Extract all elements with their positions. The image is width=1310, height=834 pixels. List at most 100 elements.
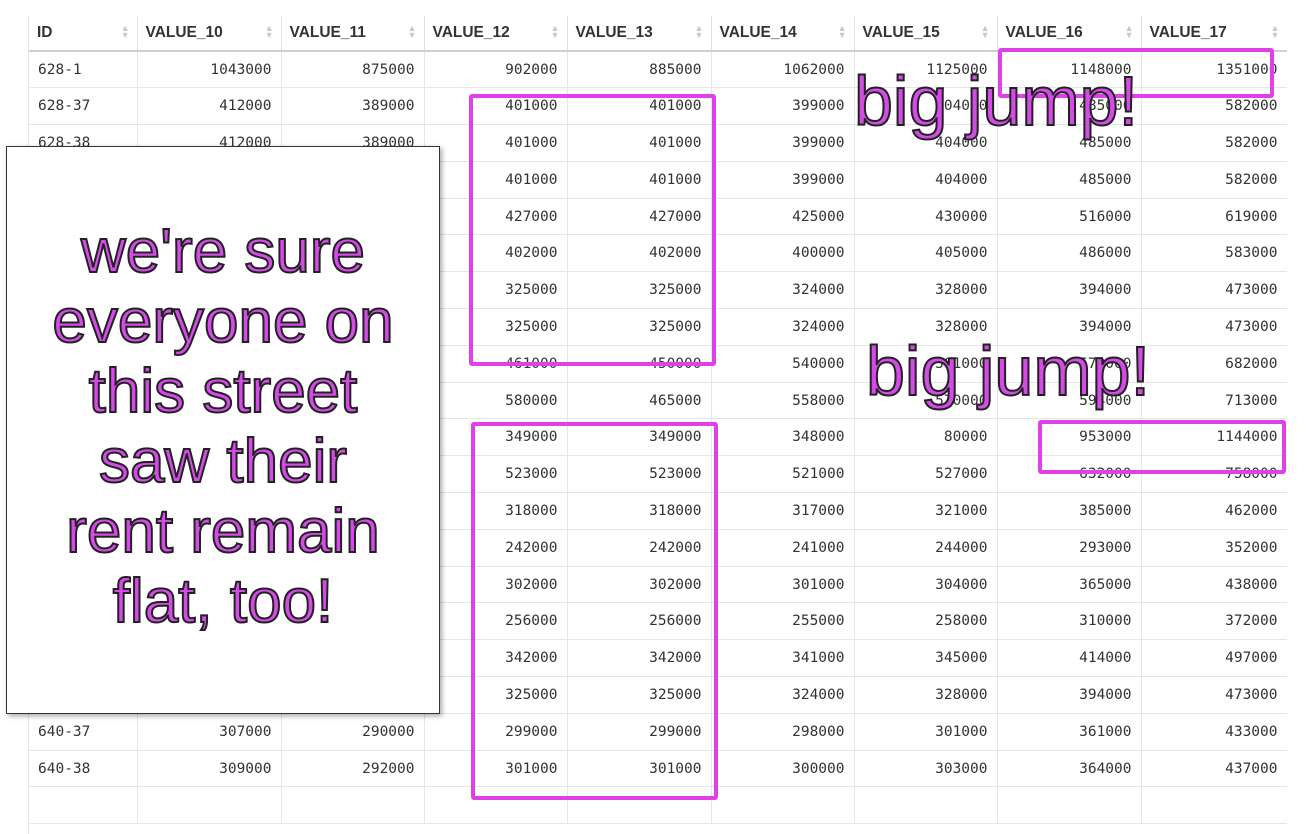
column-header-label: ID (37, 24, 53, 41)
sort-icon[interactable]: ▲ ▼ (408, 24, 417, 40)
sort-icon[interactable]: ▲ ▼ (121, 24, 130, 40)
column-header-label: VALUE_16 (1005, 24, 1083, 41)
column-header-label: VALUE_14 (719, 24, 797, 41)
value-cell (281, 786, 425, 825)
highlight-box-middle-right (1038, 420, 1286, 474)
value-cell: 304000 (854, 566, 998, 604)
value-cell: 290000 (281, 713, 425, 751)
column-header-value-14[interactable]: VALUE_14 ▲ ▼ (711, 16, 855, 52)
value-cell: 430000 (854, 198, 998, 236)
value-cell: 321000 (854, 492, 998, 530)
value-cell: 385000 (997, 492, 1142, 530)
callout-text: we're sure everyone on this street saw t… (51, 216, 394, 637)
highlight-box-lower-left (471, 422, 718, 800)
sort-icon[interactable]: ▲ ▼ (838, 24, 847, 40)
value-cell: 405000 (854, 234, 998, 273)
value-cell: 713000 (1141, 382, 1287, 420)
big-jump-label-middle: big jump! (865, 332, 1151, 410)
value-cell: 328000 (854, 676, 998, 714)
column-header-label: VALUE_13 (575, 24, 653, 41)
value-cell: 521000 (711, 455, 855, 494)
value-cell: 372000 (1141, 602, 1287, 641)
sort-icon[interactable]: ▲ ▼ (695, 24, 704, 40)
value-cell: 437000 (1141, 750, 1287, 788)
callout-line: flat, too! (112, 566, 335, 637)
id-cell: 628-1 (29, 51, 138, 89)
value-cell: 580000 (424, 382, 568, 420)
callout-line: we're sure (80, 216, 366, 287)
id-cell (29, 786, 138, 825)
sort-icon[interactable]: ▲ ▼ (1271, 24, 1280, 40)
value-cell: 682000 (1141, 345, 1287, 383)
value-cell: 497000 (1141, 639, 1287, 678)
value-cell: 399000 (711, 124, 855, 162)
value-cell: 902000 (424, 51, 568, 89)
value-cell: 324000 (711, 676, 855, 714)
callout-line: saw their (98, 426, 348, 497)
value-cell: 255000 (711, 602, 855, 641)
sort-icon[interactable]: ▲ ▼ (981, 24, 990, 40)
column-header-value-13[interactable]: VALUE_13 ▲ ▼ (567, 16, 712, 52)
value-cell: 244000 (854, 529, 998, 567)
column-header-label: VALUE_12 (432, 24, 510, 41)
value-cell: 558000 (711, 382, 855, 420)
sort-icon[interactable]: ▲ ▼ (1125, 24, 1134, 40)
value-cell: 414000 (997, 639, 1142, 678)
column-header-value-12[interactable]: VALUE_12 ▲ ▼ (424, 16, 568, 52)
value-cell: 465000 (567, 382, 712, 420)
column-header-label: VALUE_10 (145, 24, 223, 41)
value-cell: 80000 (854, 418, 998, 457)
value-cell: 317000 (711, 492, 855, 530)
value-cell (997, 786, 1142, 825)
column-header-value-10[interactable]: VALUE_10 ▲ ▼ (137, 16, 282, 52)
value-cell: 301000 (711, 566, 855, 604)
value-cell: 301000 (854, 713, 998, 751)
value-cell (854, 786, 998, 825)
id-cell: 628-37 (29, 87, 138, 126)
value-cell: 540000 (711, 345, 855, 383)
value-cell: 399000 (711, 161, 855, 199)
value-cell: 404000 (854, 161, 998, 199)
value-cell: 303000 (854, 750, 998, 788)
value-cell: 309000 (137, 750, 282, 788)
value-cell: 352000 (1141, 529, 1287, 567)
column-header-value-17[interactable]: VALUE_17 ▲ ▼ (1141, 16, 1287, 52)
value-cell: 310000 (997, 602, 1142, 641)
sort-icon[interactable]: ▲ ▼ (265, 24, 274, 40)
value-cell: 389000 (281, 87, 425, 126)
value-cell: 328000 (854, 271, 998, 310)
value-cell: 241000 (711, 529, 855, 567)
value-cell: 425000 (711, 198, 855, 236)
value-cell: 394000 (997, 676, 1142, 714)
sort-icon[interactable]: ▲ ▼ (551, 24, 560, 40)
value-cell: 400000 (711, 234, 855, 273)
value-cell: 341000 (711, 639, 855, 678)
value-cell: 293000 (997, 529, 1142, 567)
value-cell: 258000 (854, 602, 998, 641)
column-header-value-11[interactable]: VALUE_11 ▲ ▼ (281, 16, 425, 52)
callout-line: everyone on (51, 286, 394, 357)
value-cell: 399000 (711, 87, 855, 126)
id-cell: 640-37 (29, 713, 138, 751)
value-cell: 361000 (997, 713, 1142, 751)
table-header-row: ID ▲ ▼ VALUE_10 ▲ ▼ VALUE_11 ▲ ▼ VALUE_12 ▲ ▼ VALUE_… (29, 16, 1287, 52)
value-cell: 516000 (997, 198, 1142, 236)
value-cell: 394000 (997, 271, 1142, 310)
value-cell: 364000 (997, 750, 1142, 788)
callout-box: we're sure everyone on this street saw t… (6, 146, 440, 714)
value-cell: 365000 (997, 566, 1142, 604)
value-cell: 473000 (1141, 676, 1287, 714)
value-cell (137, 786, 282, 825)
column-header-value-16[interactable]: VALUE_16 ▲ ▼ (997, 16, 1142, 52)
value-cell: 462000 (1141, 492, 1287, 530)
column-header-id[interactable]: ID ▲ ▼ (29, 16, 138, 52)
value-cell (711, 786, 855, 825)
value-cell: 473000 (1141, 271, 1287, 310)
id-cell: 640-38 (29, 750, 138, 788)
value-cell: 292000 (281, 750, 425, 788)
column-header-value-15[interactable]: VALUE_15 ▲ ▼ (854, 16, 998, 52)
value-cell: 875000 (281, 51, 425, 89)
value-cell: 438000 (1141, 566, 1287, 604)
value-cell: 324000 (711, 308, 855, 346)
value-cell: 619000 (1141, 198, 1287, 236)
